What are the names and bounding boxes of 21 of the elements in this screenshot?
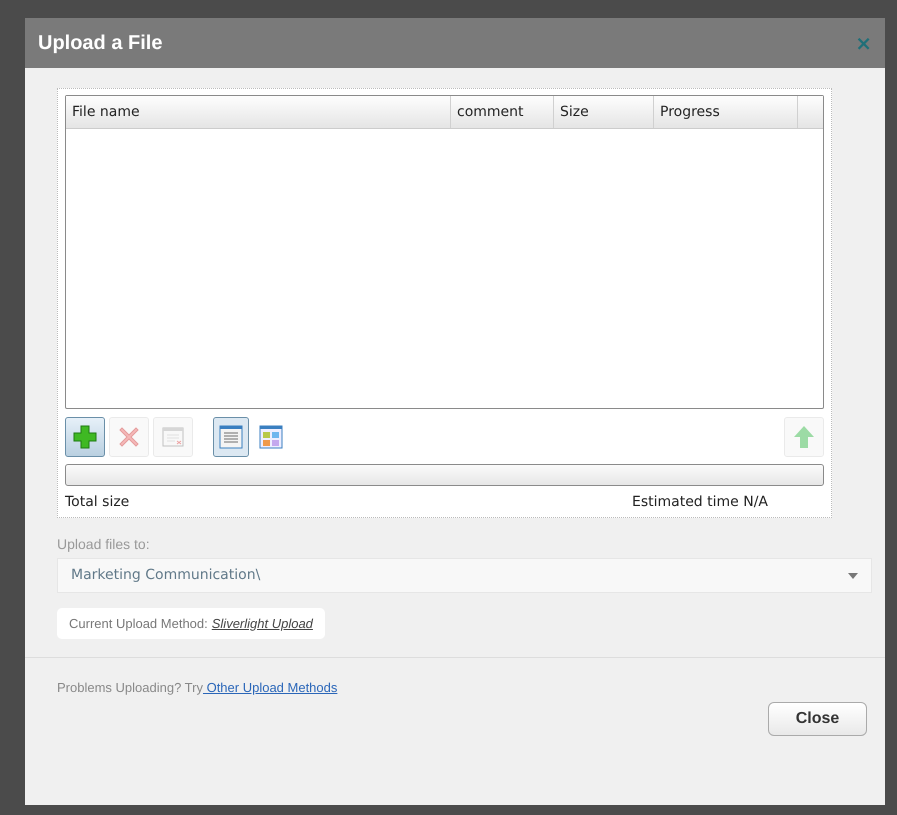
list-view-icon <box>218 424 244 450</box>
plus-icon <box>72 424 98 450</box>
method-label: Current Upload Method: <box>69 614 208 633</box>
column-header[interactable]: Progress <box>654 96 798 128</box>
destination-dropdown[interactable]: Marketing Communication\ <box>57 558 872 593</box>
dialog-title: Upload a File <box>38 31 162 56</box>
caret-icon <box>848 572 858 578</box>
estimated-time: Estimated time N/A <box>632 493 768 512</box>
grid-view-icon <box>258 424 284 450</box>
method-link[interactable]: Sliverlight Upload <box>212 614 313 634</box>
column-header[interactable]: File name <box>66 96 451 128</box>
help-text: Problems Uploading? Try <box>57 679 203 697</box>
toolbar-button[interactable] <box>65 417 105 457</box>
view-toggle[interactable] <box>213 417 249 457</box>
column-header[interactable]: Size <box>554 96 654 128</box>
destination-label: Upload files to: <box>57 535 151 554</box>
column-header[interactable]: comment <box>451 96 554 128</box>
other-methods-link[interactable]: Other Upload Methods <box>202 678 338 698</box>
up-arrow-icon <box>792 424 816 450</box>
total-size: Total size <box>65 493 130 512</box>
close-button[interactable]: Close <box>768 702 867 736</box>
